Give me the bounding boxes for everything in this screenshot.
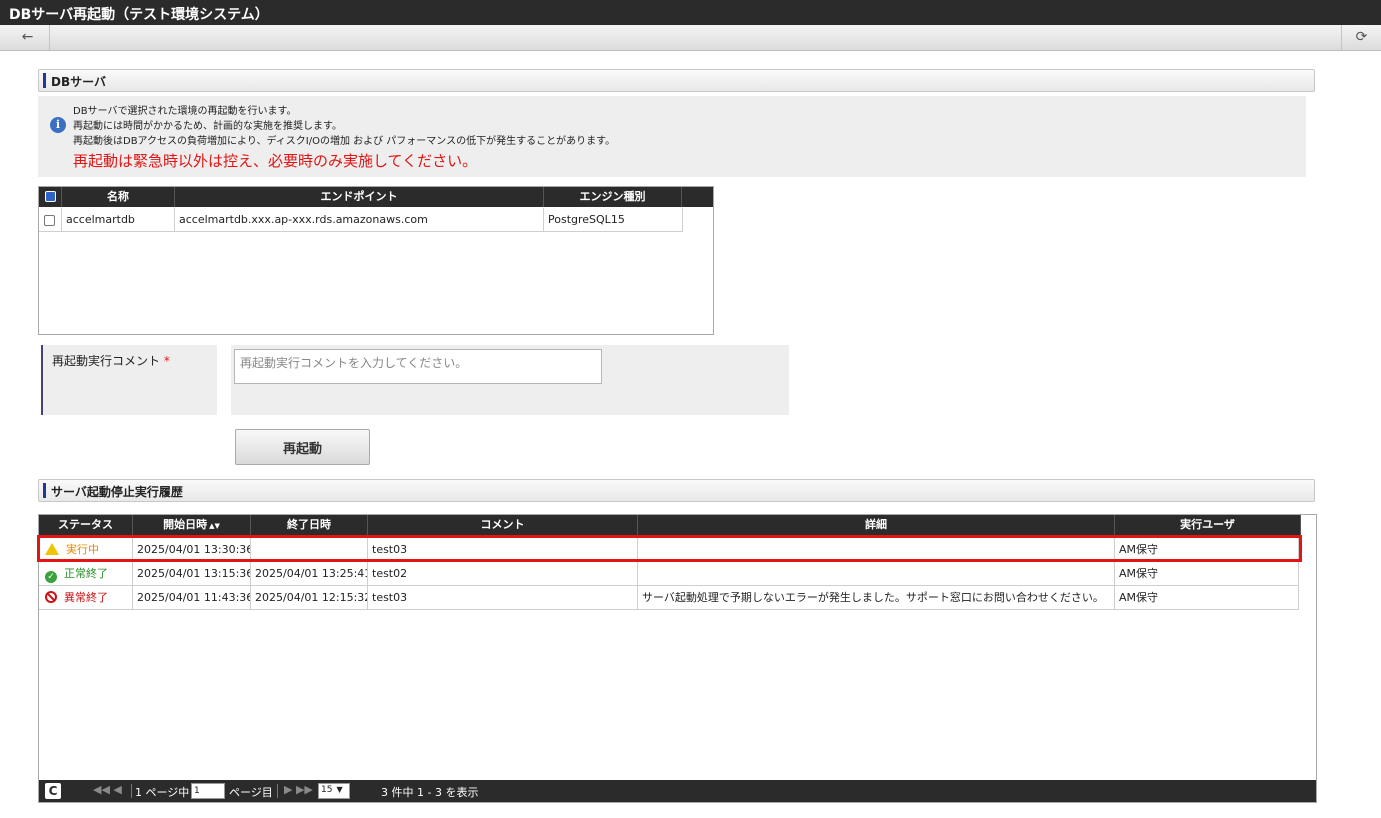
info-line-2: 再起動には時間がかかるため、計画的な実施を推奨します。 [73, 121, 342, 132]
error-icon [45, 591, 57, 603]
chevron-down-icon: ▼ [336, 785, 343, 794]
db-server-table: 名称 エンドポイント エンジン種別 accelmartdb accelmartd… [38, 186, 714, 335]
status-cell: 異常終了 [39, 586, 133, 610]
status-text: 正常終了 [64, 567, 108, 580]
pager-page-prefix: 1 ページ中 [135, 786, 190, 799]
user-cell: AM保守 [1115, 562, 1299, 586]
highlight-frame [37, 535, 1302, 562]
header-detail[interactable]: 詳細 [638, 515, 1115, 535]
pager-separator [131, 784, 132, 798]
detail-cell: サーバ起動処理で予期しないエラーが発生しました。サポート窓口にお問い合わせくださ… [638, 586, 1115, 610]
pager-page-input[interactable] [191, 783, 225, 799]
pager: C ◀◀ ◀ 1 ページ中 ページ目 ▶ ▶▶ 15▼ 3 件中 1 - 3 を… [39, 780, 1316, 802]
comment-cell: test02 [368, 562, 638, 586]
restart-warning: 再起動は緊急時以外は控え、必要時のみ実施してください。 [73, 152, 478, 170]
comment-cell: test03 [368, 586, 638, 610]
table-header: 名称 エンドポイント エンジン種別 [39, 187, 713, 207]
comment-input[interactable] [234, 349, 602, 384]
row-select-cell [39, 208, 62, 232]
user-cell: AM保守 [1115, 586, 1299, 610]
status-text: 異常終了 [64, 591, 108, 604]
pager-page-suffix: ページ目 [229, 786, 273, 799]
end-cell: 2025/04/01 12:15:32 [251, 586, 368, 610]
pager-first-prev-icon[interactable]: ◀◀ ◀ [93, 783, 122, 796]
end-cell: 2025/04/01 13:25:41 [251, 562, 368, 586]
check-circle-icon: ✓ [45, 571, 57, 583]
header-status[interactable]: ステータス [39, 515, 133, 535]
restart-button[interactable]: 再起動 [235, 429, 370, 465]
detail-cell [638, 562, 1115, 586]
history-header: ステータス 開始日時 ▲▼ 終了日時 コメント 詳細 実行ユーザ [39, 515, 1301, 535]
pager-summary: 3 件中 1 - 3 を表示 [381, 786, 479, 799]
table-row[interactable]: accelmartdb accelmartdb.xxx.ap-xxx.rds.a… [39, 208, 683, 232]
start-cell: 2025/04/01 13:15:36 [133, 562, 251, 586]
page-size-select[interactable]: 15 ▼ [318, 783, 350, 799]
info-box: i DBサーバで選択された環境の再起動を行います。 再起動には時間がかかるため、… [38, 96, 1306, 177]
info-icon: i [50, 117, 66, 133]
header-start-label: 開始日時 [163, 518, 208, 531]
pager-next-last-icon[interactable]: ▶ ▶▶ [284, 783, 313, 796]
db-engine: PostgreSQL15 [544, 208, 683, 232]
row-checkbox[interactable] [44, 215, 55, 226]
back-arrow-icon[interactable]: ← [6, 25, 50, 50]
select-all-cell [39, 187, 62, 207]
db-name: accelmartdb [62, 208, 175, 232]
info-line-3: 再起動後はDBアクセスの負荷増加により、ディスクI/Oの増加 および パフォーマ… [73, 136, 616, 147]
table-row[interactable]: 異常終了 2025/04/01 11:43:36 2025/04/01 12:1… [39, 586, 1299, 610]
header-engine[interactable]: エンジン種別 [544, 187, 682, 207]
toolbar: ← ⟳ [0, 25, 1381, 51]
select-all-checkbox[interactable] [45, 191, 56, 202]
header-user[interactable]: 実行ユーザ [1115, 515, 1301, 535]
header-endpoint[interactable]: エンドポイント [175, 187, 544, 207]
header-comment[interactable]: コメント [368, 515, 638, 535]
required-mark: * [163, 354, 170, 368]
comment-input-box [231, 345, 789, 415]
info-line-1: DBサーバで選択された環境の再起動を行います。 [73, 106, 297, 117]
history-section-title: サーバ起動停止実行履歴 [38, 479, 1315, 502]
db-endpoint: accelmartdb.xxx.ap-xxx.rds.amazonaws.com [175, 208, 544, 232]
comment-label-box: 再起動実行コメント * [41, 345, 217, 415]
header-end[interactable]: 終了日時 [251, 515, 368, 535]
status-cell: ✓ 正常終了 [39, 562, 133, 586]
refresh-icon[interactable]: ⟳ [1341, 25, 1381, 50]
window-title: DBサーバ再起動（テスト環境システム） [0, 0, 1381, 25]
page-size-value: 15 [321, 785, 333, 795]
pager-refresh-icon[interactable]: C [45, 783, 61, 799]
table-row[interactable]: ✓ 正常終了 2025/04/01 13:15:36 2025/04/01 13:… [39, 562, 1299, 586]
comment-label: 再起動実行コメント [52, 354, 161, 368]
header-start[interactable]: 開始日時 ▲▼ [133, 515, 251, 535]
start-cell: 2025/04/01 11:43:36 [133, 586, 251, 610]
header-name[interactable]: 名称 [62, 187, 175, 207]
sort-icon[interactable]: ▲▼ [209, 522, 220, 530]
db-section-title: DBサーバ [38, 69, 1315, 92]
pager-separator [277, 784, 278, 798]
